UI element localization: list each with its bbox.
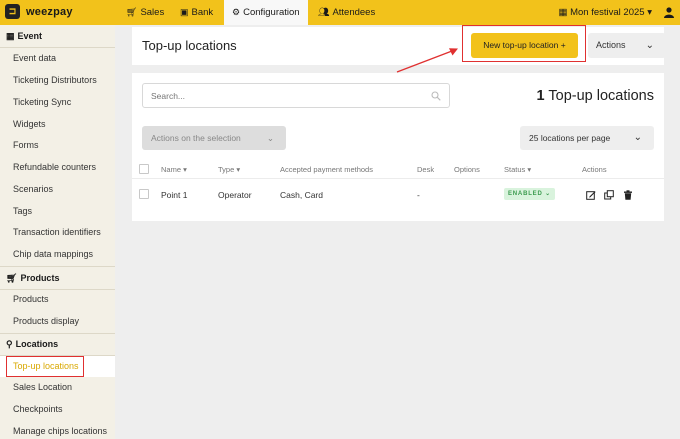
- sidebar-item-event-data[interactable]: Event data: [0, 48, 115, 69]
- column-header-payment: Accepted payment methods: [280, 165, 373, 174]
- column-header-desk: Desk: [417, 165, 435, 174]
- nav-configuration-label: Configuration: [243, 7, 300, 18]
- nav-bank-label: Bank: [191, 7, 214, 18]
- table-divider: [132, 178, 664, 179]
- sidebar-section-label: Products: [20, 273, 60, 283]
- location-count-number: 1: [536, 88, 545, 104]
- cell-desk: -: [417, 190, 420, 200]
- sidebar-item-manage-chips-locations[interactable]: Manage chips locations: [0, 421, 115, 439]
- festival-selector[interactable]: ▦ Mon festival 2025 ▾: [558, 0, 652, 25]
- new-top-up-location-button[interactable]: New top-up location +: [471, 33, 578, 58]
- chevron-down-icon: ⌄: [633, 132, 642, 143]
- sidebar-section-products: 🛒︎ Products: [0, 267, 115, 289]
- search-icon: [431, 91, 441, 101]
- row-checkbox[interactable]: [139, 189, 149, 199]
- status-badge[interactable]: ENABLED ⌄: [504, 188, 555, 200]
- sidebar-item-tags[interactable]: Tags: [0, 201, 115, 222]
- sidebar-item-forms[interactable]: Forms: [0, 135, 115, 156]
- page-header: Top-up locations New top-up location + A…: [132, 25, 666, 65]
- cell-type: Operator: [218, 190, 252, 200]
- sidebar-section-locations: ⚲ Locations: [0, 333, 115, 355]
- sidebar-item-products-display[interactable]: Products display: [0, 311, 115, 332]
- select-all-checkbox[interactable]: [139, 164, 149, 174]
- weezpay-logo-icon[interactable]: ⊐: [5, 4, 20, 19]
- page-title: Top-up locations: [142, 38, 237, 53]
- search-input[interactable]: [151, 91, 421, 101]
- cart-icon: 🛒︎: [6, 273, 18, 283]
- festival-label: Mon festival 2025: [570, 7, 645, 18]
- per-page-label: 25 locations per page: [529, 133, 611, 143]
- sidebar-item-ticketing-sync[interactable]: Ticketing Sync: [0, 92, 115, 113]
- bank-icon: ▣: [180, 7, 189, 17]
- nav-configuration[interactable]: ⚙ Configuration: [224, 0, 308, 25]
- nav-attendees[interactable]: 👥︎ Attendees: [318, 0, 375, 25]
- column-header-actions: Actions: [582, 165, 607, 174]
- caret-down-icon: ▾: [644, 7, 652, 18]
- cell-payment: Cash, Card: [280, 190, 323, 200]
- actions-on-selection-dropdown[interactable]: Actions on the selection ⌄: [142, 126, 286, 150]
- brand-name[interactable]: weezpay: [26, 6, 73, 18]
- nav-sales[interactable]: 🛒︎ Sales: [126, 0, 164, 25]
- cell-name[interactable]: Point 1: [161, 190, 187, 200]
- cart-icon: 🛒︎: [126, 7, 138, 17]
- sidebar-item-top-up-locations[interactable]: Top-up locations: [0, 356, 115, 377]
- nav-bank[interactable]: ▣ Bank: [180, 0, 213, 25]
- sidebar-item-transaction-identifiers[interactable]: Transaction identifiers: [0, 222, 115, 243]
- nav-sales-label: Sales: [140, 7, 165, 18]
- sidebar-item-chip-data-mappings[interactable]: Chip data mappings: [0, 244, 115, 265]
- trash-icon[interactable]: [623, 190, 633, 200]
- duplicate-icon[interactable]: [604, 190, 614, 200]
- chevron-down-icon: ⌄: [266, 133, 274, 143]
- gear-icon: ⚙: [232, 7, 241, 17]
- per-page-dropdown[interactable]: 25 locations per page ⌄: [520, 126, 654, 150]
- sidebar: ▦ Event Event data Ticketing Distributors…: [0, 25, 115, 439]
- chevron-down-icon: ⌄: [645, 40, 654, 51]
- column-header-name[interactable]: Name ▾: [161, 165, 187, 174]
- sidebar-section-label: Locations: [15, 339, 59, 349]
- actions-label: Actions: [596, 40, 626, 50]
- sidebar-item-widgets[interactable]: Widgets: [0, 114, 115, 135]
- sidebar-item-checkpoints[interactable]: Checkpoints: [0, 399, 115, 420]
- sidebar-item-sales-location[interactable]: Sales Location: [0, 377, 115, 398]
- location-count-label: Top-up locations: [548, 88, 654, 104]
- user-icon[interactable]: [664, 7, 674, 18]
- column-header-type[interactable]: Type ▾: [218, 165, 240, 174]
- calendar-icon: ▦: [558, 7, 571, 18]
- location-count: 1 Top-up locations: [537, 88, 654, 104]
- actions-dropdown[interactable]: Actions ⌄: [588, 33, 666, 58]
- locations-panel: 1 Top-up locations Actions on the select…: [132, 73, 664, 221]
- nav-attendees-label: Attendees: [332, 7, 376, 18]
- sidebar-section-event: ▦ Event: [0, 25, 115, 47]
- users-icon: 👥︎: [318, 7, 330, 17]
- sidebar-item-products[interactable]: Products: [0, 289, 115, 310]
- calendar-icon: ▦: [6, 31, 15, 41]
- edit-icon[interactable]: [586, 190, 596, 200]
- sidebar-section-label: Event: [17, 31, 43, 41]
- column-header-options: Options: [454, 165, 480, 174]
- top-bar: ⊐ weezpay 🛒︎ Sales ▣ Bank ⚙ Configuration 👥…: [0, 0, 680, 25]
- actions-on-selection-label: Actions on the selection: [151, 133, 241, 143]
- map-pin-icon: ⚲: [6, 339, 13, 349]
- sidebar-item-refundable-counters[interactable]: Refundable counters: [0, 157, 115, 178]
- search-box[interactable]: [142, 83, 450, 108]
- column-header-status[interactable]: Status ▾: [504, 165, 531, 174]
- sidebar-item-scenarios[interactable]: Scenarios: [0, 179, 115, 200]
- sidebar-item-ticketing-distributors[interactable]: Ticketing Distributors: [0, 70, 115, 91]
